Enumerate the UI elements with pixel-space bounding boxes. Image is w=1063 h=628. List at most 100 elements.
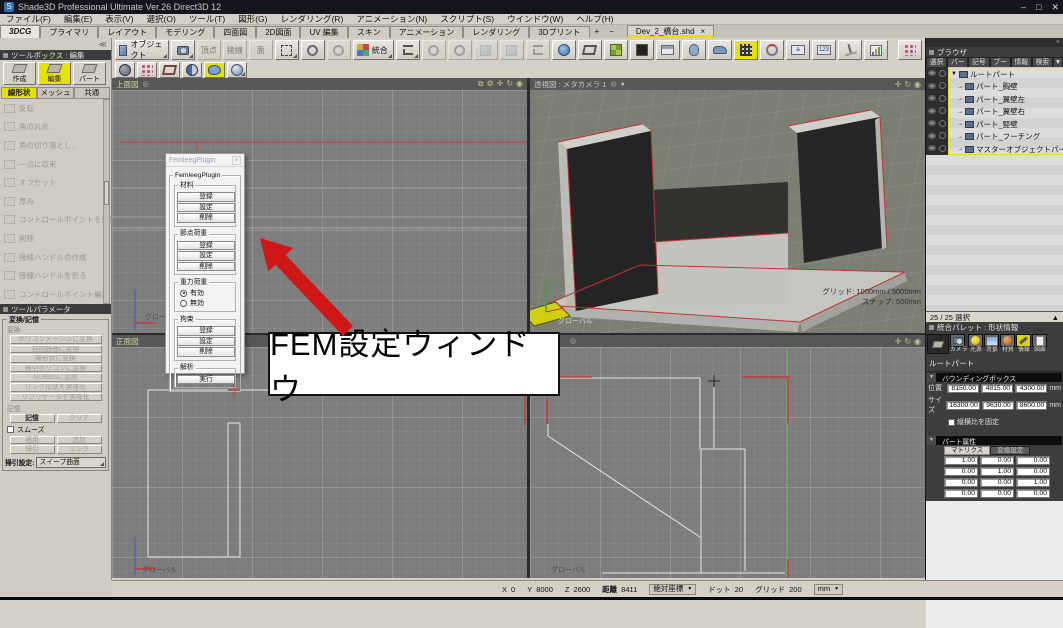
- browser-tab-select[interactable]: 選択: [926, 57, 947, 67]
- mesh-vertex-button[interactable]: [137, 62, 157, 78]
- tree-item-vertical-wall[interactable]: →パート_竪壁: [949, 118, 1063, 131]
- integrate-manipulator-button[interactable]: 統合: [353, 40, 394, 60]
- mesh-sphere-button[interactable]: [115, 62, 135, 78]
- select-circle-icon[interactable]: [939, 70, 946, 77]
- eye-icon[interactable]: [928, 108, 936, 114]
- browser-tab-search[interactable]: 検索: [1032, 57, 1053, 67]
- wireframe-button[interactable]: [578, 40, 602, 60]
- transform-tab[interactable]: 変換設定: [990, 446, 1030, 455]
- matrix-cell[interactable]: 0.00: [1016, 456, 1050, 465]
- numeric-input-button[interactable]: a: [786, 40, 810, 60]
- move-view-icon4[interactable]: ✛: [895, 337, 902, 346]
- globe-button[interactable]: [552, 40, 576, 60]
- nodal-load-delete-button[interactable]: 削除: [177, 262, 235, 272]
- size-z-field[interactable]: 8600.00: [1016, 401, 1047, 410]
- camera-tool-button[interactable]: [171, 40, 195, 60]
- browser-tab-more-icon[interactable]: ▼: [1053, 57, 1063, 67]
- constraint-register-button[interactable]: 登録: [177, 326, 235, 336]
- matrix-cell[interactable]: 0.00: [944, 478, 978, 487]
- camera-select-icon[interactable]: ◎: [143, 80, 149, 88]
- menu-animation[interactable]: アニメーション(N): [356, 13, 427, 25]
- object-mode-button[interactable]: オブジェクト: [115, 40, 169, 60]
- orbit-icon2[interactable]: ↻: [904, 80, 911, 89]
- size-x-field[interactable]: 16300.00: [946, 401, 980, 410]
- tree-root-part[interactable]: ▼ルートパート: [949, 68, 1063, 81]
- matrix-cell[interactable]: 0.00: [980, 489, 1014, 498]
- bbox-section-header[interactable]: ▼バウンディングボックス: [927, 373, 1062, 382]
- nodal-load-register-button[interactable]: 登録: [177, 241, 235, 251]
- workspace-tab-animation[interactable]: アニメーション: [390, 26, 464, 38]
- gravity-enabled-radio[interactable]: [180, 290, 187, 297]
- menu-view[interactable]: 表示(V): [105, 13, 133, 25]
- gravity-disabled-radio[interactable]: [180, 300, 187, 307]
- tree-item-master-object[interactable]: →マスターオブジェクトパート: [949, 143, 1063, 156]
- fem-dialog-close-icon[interactable]: ×: [232, 156, 241, 165]
- menu-tool[interactable]: ツール(T): [189, 13, 225, 25]
- menu-window[interactable]: ウインドウ(W): [507, 13, 563, 25]
- workspace-tab-layout[interactable]: レイアウト: [98, 26, 156, 38]
- workspace-tab-primary[interactable]: プライマリ: [40, 26, 98, 38]
- browser-tab-part[interactable]: パー: [947, 57, 968, 67]
- collapse-up-icon[interactable]: ▲: [1052, 313, 1059, 322]
- hierarchy-button[interactable]: [396, 40, 420, 60]
- grid-snap-button[interactable]: [734, 40, 758, 60]
- matrix-cell[interactable]: 0.00: [980, 456, 1014, 465]
- tab-common[interactable]: 共通: [74, 87, 110, 99]
- workspace-tab-add-button[interactable]: +: [590, 26, 605, 38]
- matrix-cell[interactable]: 0.00: [944, 489, 978, 498]
- drawing-palette-button[interactable]: 図面: [1032, 334, 1047, 354]
- select-circle-icon[interactable]: [939, 145, 946, 152]
- workspace-tab-2d[interactable]: 2D図面: [256, 26, 300, 38]
- eye-icon[interactable]: [928, 120, 936, 126]
- material-delete-button[interactable]: 削除: [177, 213, 235, 223]
- figure-button[interactable]: [682, 40, 706, 60]
- move-view-icon2[interactable]: ✛: [895, 80, 902, 89]
- eye-icon[interactable]: [928, 95, 936, 101]
- mode-create-button[interactable]: 作成: [3, 62, 36, 85]
- viewport-side-view[interactable]: グローバル: [530, 347, 925, 578]
- browser-tab-info[interactable]: 情報: [1011, 57, 1032, 67]
- unit-select[interactable]: mm▼: [814, 584, 843, 595]
- close-button[interactable]: ✕: [1051, 2, 1059, 13]
- tree-item-wingwall-left[interactable]: →パート_翼壁左: [949, 93, 1063, 106]
- workspace-tab-remove-button[interactable]: −: [604, 26, 619, 38]
- toolbox-scrollbar[interactable]: [103, 99, 110, 304]
- counter-button[interactable]: 123: [812, 40, 836, 60]
- light-palette-button[interactable]: 光源: [968, 334, 983, 354]
- matrix-cell[interactable]: 1.00: [980, 467, 1014, 476]
- select-circle-icon[interactable]: [939, 107, 946, 114]
- select-circle-icon[interactable]: [939, 82, 946, 89]
- move-view-icon[interactable]: ✛: [497, 79, 504, 89]
- shape-palette-button[interactable]: [927, 334, 949, 354]
- coord-mode-select[interactable]: 絶対座標▼: [649, 584, 696, 595]
- expand-arrow-icon[interactable]: ▼: [951, 71, 957, 77]
- browser-tab-bool[interactable]: ブー: [990, 57, 1011, 67]
- matrix-cell[interactable]: 0.00: [1016, 467, 1050, 476]
- constraint-settings-button[interactable]: 設定: [177, 337, 235, 347]
- axis-constraint-button[interactable]: [760, 40, 784, 60]
- tree-item-wingwall-right[interactable]: →パート_翼壁右: [949, 106, 1063, 119]
- workspace-tab-3dprint[interactable]: 3Dプリント: [529, 26, 589, 38]
- zoom-icon4[interactable]: ◉: [914, 337, 921, 346]
- material-palette-button[interactable]: 材質: [1000, 334, 1015, 354]
- mode-edit-button[interactable]: 編集: [38, 62, 71, 85]
- mesh-face-button[interactable]: [182, 62, 202, 78]
- sweep-setting-select[interactable]: スイープ曲面: [36, 457, 106, 468]
- camera-lock-icon[interactable]: ●: [621, 81, 625, 88]
- tab-mesh[interactable]: メッシュ: [37, 87, 73, 99]
- memory-button[interactable]: 記憶: [10, 414, 55, 423]
- zoom-icon2[interactable]: ◉: [914, 80, 921, 89]
- rect-select-button[interactable]: [275, 40, 299, 60]
- camera-select-icon-side[interactable]: ◎: [570, 337, 576, 345]
- femleeg-plugin-dialog[interactable]: FemleegPlugin × FemleegPlugin 材料 登録 設定 削…: [165, 153, 245, 374]
- matrix-cell[interactable]: 1.00: [1016, 478, 1050, 487]
- select-circle-icon[interactable]: [939, 132, 946, 139]
- chart-button[interactable]: [864, 40, 888, 60]
- menu-shape[interactable]: 図形(G): [238, 13, 267, 25]
- workspace-tab-rendering[interactable]: レンダリング: [463, 26, 529, 38]
- size-y-field[interactable]: 9630.00: [982, 401, 1013, 410]
- select-circle-icon[interactable]: [939, 95, 946, 102]
- rotate-select-button[interactable]: [301, 40, 325, 60]
- matrix-cell[interactable]: 1.00: [944, 456, 978, 465]
- browser-tab-symbol[interactable]: 記号: [968, 57, 989, 67]
